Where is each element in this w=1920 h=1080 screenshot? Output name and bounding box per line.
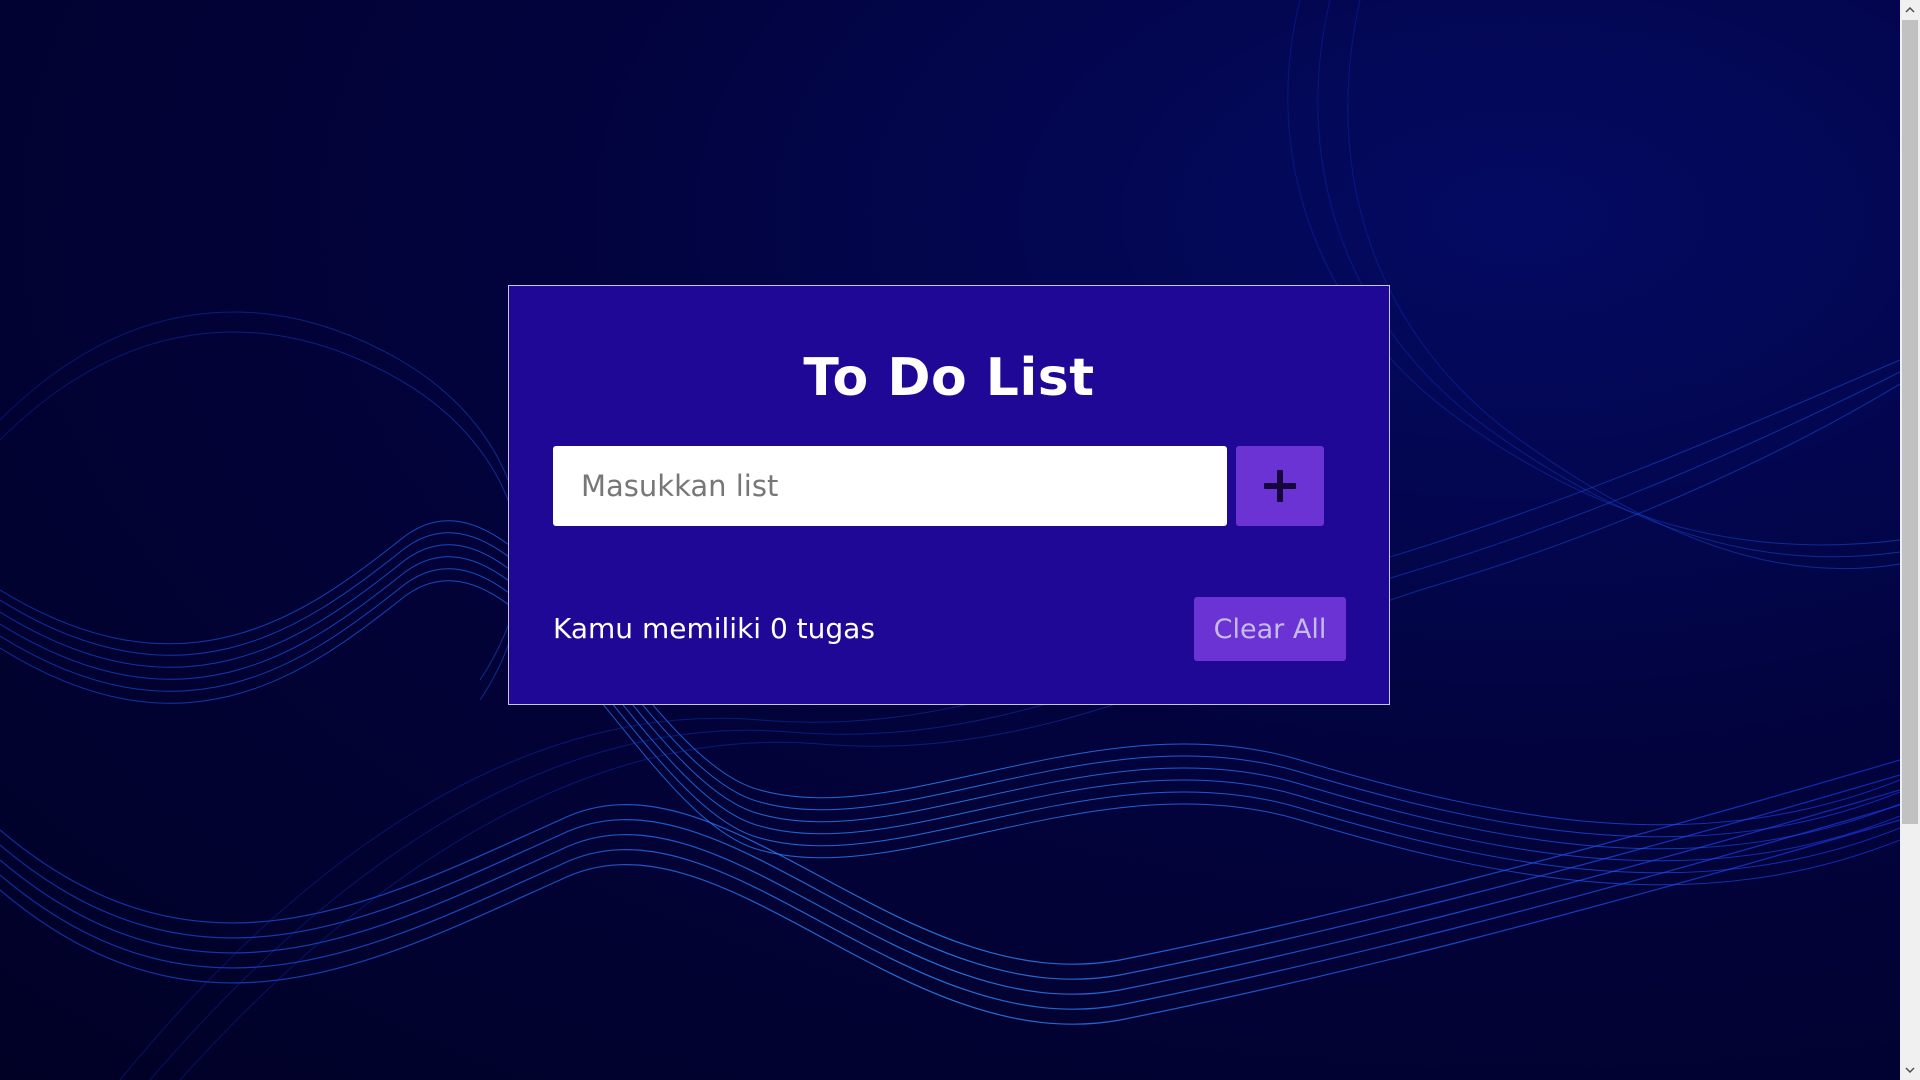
page-background: To Do List Kamu memiliki 0 tugas Clear A… [0,0,1900,1080]
todo-card: To Do List Kamu memiliki 0 tugas Clear A… [508,285,1390,705]
add-task-button[interactable] [1236,446,1324,526]
scroll-up-icon[interactable] [1900,0,1920,20]
clear-all-button[interactable]: Clear All [1194,597,1346,661]
vertical-scrollbar[interactable] [1900,0,1920,1080]
page-title: To Do List [803,348,1095,408]
scroll-down-icon[interactable] [1900,1060,1920,1080]
task-input[interactable] [553,446,1227,526]
scrollbar-thumb[interactable] [1902,20,1918,824]
plus-icon [1264,470,1296,502]
task-count-text: Kamu memiliki 0 tugas [553,612,875,645]
